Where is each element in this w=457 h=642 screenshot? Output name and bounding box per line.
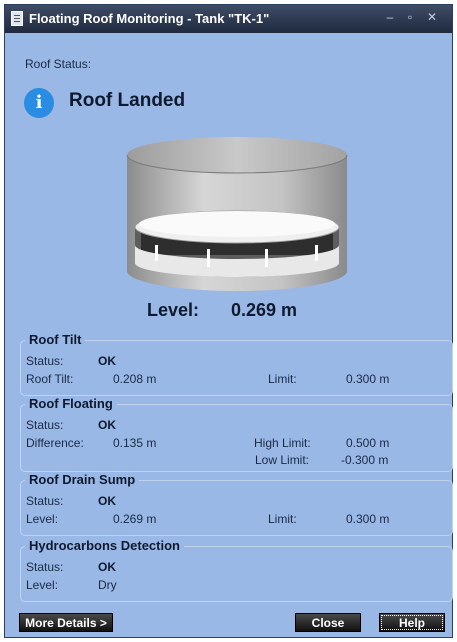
close-button[interactable]: Close bbox=[295, 613, 361, 632]
roof-drain-level-value: 0.269 m bbox=[113, 512, 157, 526]
roof-floating-low-limit-value: -0.300 m bbox=[341, 453, 389, 467]
more-details-button[interactable]: More Details > bbox=[19, 613, 113, 632]
roof-tilt-status-value: OK bbox=[98, 354, 116, 368]
help-button[interactable]: Help bbox=[379, 613, 445, 632]
hydrocarbons-status-label: Status: bbox=[26, 560, 64, 574]
roof-drain-status-value: OK bbox=[98, 494, 116, 508]
roof-floating-difference-label: Difference: bbox=[26, 436, 84, 450]
roof-status-value: Roof Landed bbox=[69, 90, 186, 111]
roof-tilt-value: 0.208 m bbox=[113, 372, 157, 386]
hydrocarbons-detection-group: Hydrocarbons Detection Status: OK Level:… bbox=[20, 538, 453, 602]
roof-floating-status-label: Status: bbox=[26, 418, 64, 432]
roof-status-label: Roof Status: bbox=[25, 57, 92, 71]
roof-floating-high-limit-label: High Limit: bbox=[254, 436, 311, 450]
hydrocarbons-detection-title: Hydrocarbons Detection bbox=[25, 538, 184, 553]
roof-floating-title: Roof Floating bbox=[25, 396, 117, 411]
hydrocarbons-status-value: OK bbox=[98, 560, 116, 574]
hydrocarbons-level-label: Level: bbox=[26, 578, 59, 592]
roof-floating-high-limit-value: 0.500 m bbox=[346, 436, 390, 450]
roof-tilt-limit-value: 0.300 m bbox=[346, 372, 390, 386]
roof-tilt-group: Roof Tilt Status: OK Roof Tilt: 0.208 m … bbox=[20, 332, 453, 396]
roof-floating-difference-value: 0.135 m bbox=[113, 436, 157, 450]
roof-floating-group: Roof Floating Status: OK Difference: 0.1… bbox=[20, 396, 453, 472]
info-icon: i bbox=[24, 88, 54, 118]
level-label: Level: bbox=[147, 300, 200, 320]
level-value: 0.269 m bbox=[231, 300, 298, 320]
roof-tilt-label: Roof Tilt: bbox=[26, 372, 74, 386]
close-window-button[interactable]: ✕ bbox=[425, 10, 439, 24]
roof-tilt-status-label: Status: bbox=[26, 354, 64, 368]
tank-illustration bbox=[126, 137, 348, 291]
minimize-button[interactable]: – bbox=[383, 10, 397, 24]
roof-drain-level-label: Level: bbox=[26, 512, 59, 526]
window-title: Floating Roof Monitoring - Tank "TK-1" bbox=[29, 11, 270, 26]
document-icon bbox=[11, 11, 23, 26]
roof-drain-sump-title: Roof Drain Sump bbox=[25, 472, 140, 487]
roof-drain-limit-label: Limit: bbox=[268, 512, 297, 526]
roof-drain-limit-value: 0.300 m bbox=[346, 512, 390, 526]
roof-floating-status-value: OK bbox=[98, 418, 116, 432]
maximize-button[interactable]: ▫ bbox=[403, 10, 417, 24]
roof-floating-low-limit-label: Low Limit: bbox=[255, 453, 310, 467]
roof-tilt-title: Roof Tilt bbox=[25, 332, 86, 347]
hydrocarbons-level-value: Dry bbox=[98, 578, 117, 592]
dialog-window: Floating Roof Monitoring - Tank "TK-1" –… bbox=[4, 4, 453, 638]
roof-tilt-limit-label: Limit: bbox=[268, 372, 297, 386]
roof-drain-status-label: Status: bbox=[26, 494, 64, 508]
title-bar[interactable]: Floating Roof Monitoring - Tank "TK-1" –… bbox=[5, 5, 452, 33]
roof-drain-sump-group: Roof Drain Sump Status: OK Level: 0.269 … bbox=[20, 472, 453, 536]
dialog-content: Roof Status: i Roof Landed Level: 0.269 … bbox=[5, 33, 453, 637]
